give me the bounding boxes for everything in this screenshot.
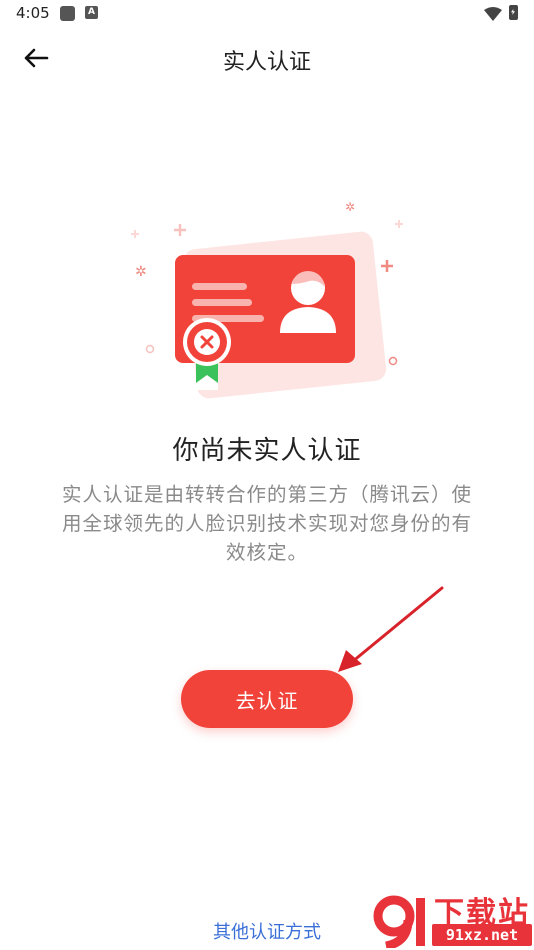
wifi-icon	[484, 6, 502, 25]
watermark: 下载站 91xz.net	[372, 888, 534, 950]
id-card-illustration: ✲ ✲	[131, 200, 403, 399]
watermark-domain: 91xz.net	[432, 924, 532, 946]
watermark-logo-icon	[373, 895, 425, 948]
header: 实人认证	[0, 28, 534, 88]
verification-description: 实人认证是由转转合作的第三方（腾讯云）使用全球领先的人脸识别技术实现对您身份的有…	[61, 483, 472, 564]
annotation-arrow-icon	[338, 586, 444, 672]
screen: 4:05 A 实人认证 ✲ ✲ 你尚未实人认证 实人认证是由转转合作的第三方（腾…	[0, 0, 534, 950]
svg-text:✲: ✲	[345, 200, 355, 214]
status-notification-icon	[60, 6, 75, 21]
svg-text:✲: ✲	[135, 264, 147, 280]
status-bar: 4:05 A	[0, 0, 534, 28]
go-verify-button[interactable]: 去认证	[181, 670, 353, 728]
page-title: 实人认证	[222, 50, 311, 75]
status-time: 4:05	[16, 4, 50, 22]
verification-status-heading: 你尚未实人认证	[172, 436, 362, 466]
battery-icon	[509, 5, 518, 20]
status-app-icon: A	[85, 6, 98, 19]
